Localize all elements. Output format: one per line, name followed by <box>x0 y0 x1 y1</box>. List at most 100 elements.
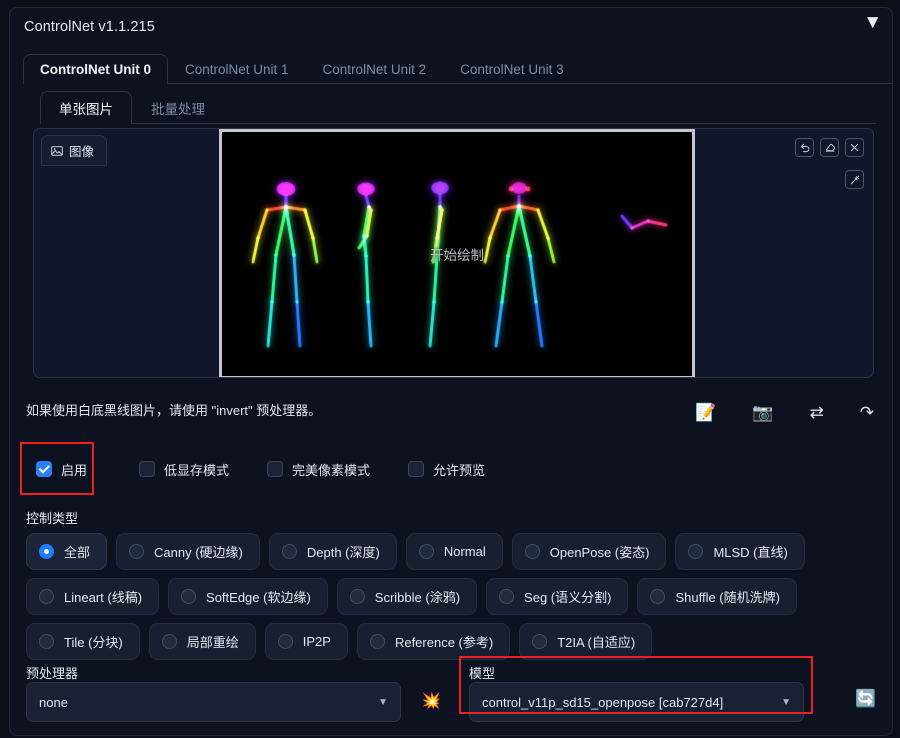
radio-icon[interactable] <box>129 544 145 559</box>
control-type-option-8[interactable]: Scribble (涂鸦) <box>336 578 478 615</box>
canvas-toolbar-primary <box>795 138 864 157</box>
control-type-option-11[interactable]: Tile (分块) <box>26 623 140 660</box>
image-tab-label[interactable]: 图像 <box>41 135 108 166</box>
control-type-label: 控制类型 <box>26 511 79 526</box>
checkbox-enable-label: 启用 <box>61 462 88 478</box>
chevron-down-icon[interactable]: ▼ <box>863 13 882 32</box>
control-type-option-label: Seg (语义分割) <box>524 590 612 605</box>
checkbox-enable-box[interactable] <box>36 461 52 477</box>
memo-icon[interactable]: 📝 <box>695 405 716 422</box>
checkbox-allow-preview-label: 允许预览 <box>433 462 486 478</box>
control-type-option-15[interactable]: T2IA (自适应) <box>519 623 653 660</box>
model-select[interactable]: control_v11p_sd15_openpose [cab727d4] ▼ <box>469 682 804 722</box>
control-type-option-2[interactable]: Depth (深度) <box>268 533 397 570</box>
undo-icon[interactable] <box>795 138 814 157</box>
close-icon[interactable] <box>845 138 864 157</box>
control-type-option-7[interactable]: SoftEdge (软边缘) <box>168 578 328 615</box>
preprocessor-value: none <box>39 694 68 710</box>
checkbox-low-vram-label: 低显存模式 <box>164 462 230 478</box>
tab-controlnet-unit-0[interactable]: ControlNet Unit 0 <box>23 54 168 85</box>
invert-hint-text: 如果使用白底黑线图片，请使用 "invert" 预处理器。 <box>26 403 322 418</box>
control-type-option-label: 局部重绘 <box>186 635 239 650</box>
options-checkbox-row: 启用 低显存模式 完美像素模式 允许预览 <box>20 443 485 495</box>
radio-icon[interactable] <box>349 589 365 604</box>
radio-icon[interactable] <box>650 589 666 604</box>
control-type-option-label: OpenPose (姿态) <box>549 545 650 560</box>
radio-icon[interactable] <box>418 544 434 559</box>
checkbox-low-vram-box[interactable] <box>139 461 156 477</box>
chevron-down-icon: ▼ <box>378 696 388 708</box>
checkbox-pixel-perfect-label: 完美像素模式 <box>292 462 371 478</box>
control-type-option-13[interactable]: IP2P <box>264 623 348 660</box>
control-type-option-label: Scribble (涂鸦) <box>374 590 461 605</box>
control-type-option-label: Depth (深度) <box>306 545 380 560</box>
control-type-option-label: 全部 <box>64 545 91 560</box>
tab-controlnet-unit-3[interactable]: ControlNet Unit 3 <box>443 54 581 84</box>
tab-single-image[interactable]: 单张图片 <box>40 91 132 125</box>
radio-icon[interactable] <box>277 634 293 649</box>
radio-icon[interactable] <box>39 634 54 649</box>
checkbox-low-vram[interactable]: 低显存模式 <box>139 460 229 479</box>
control-type-option-label: SoftEdge (软边缘) <box>206 590 311 605</box>
unit-tabbar: ControlNet Unit 0 ControlNet Unit 1 Cont… <box>23 52 892 85</box>
control-type-option-label: Lineart (线稿) <box>64 590 143 605</box>
camera-icon[interactable]: 📷 <box>752 405 773 422</box>
checkbox-enable[interactable]: 启用 <box>20 448 101 491</box>
radio-icon[interactable] <box>281 544 297 559</box>
control-type-option-label: Shuffle (随机洗牌) <box>675 590 780 605</box>
refresh-icon[interactable]: 🔄 <box>855 691 876 708</box>
image-icon <box>51 145 63 157</box>
tab-batch-process[interactable]: 批量处理 <box>132 91 224 124</box>
control-type-option-4[interactable]: OpenPose (姿态) <box>511 533 667 570</box>
control-type-option-label: Tile (分块) <box>64 635 123 650</box>
control-type-option-label: IP2P <box>302 634 331 649</box>
page-title: ControlNet v1.1.215 <box>24 19 155 35</box>
control-type-option-14[interactable]: Reference (参考) <box>356 623 511 660</box>
preprocessor-label: 预处理器 <box>26 666 79 681</box>
panel-header: ControlNet v1.1.215 ▼ <box>10 8 892 48</box>
controlnet-app: ControlNet v1.1.215 ▼ ControlNet Unit 0 … <box>0 0 900 738</box>
pose-canvas-container[interactable]: 开始绘制 <box>222 132 692 376</box>
model-value: control_v11p_sd15_openpose [cab727d4] <box>482 694 724 710</box>
checkbox-allow-preview[interactable]: 允许预览 <box>408 460 485 479</box>
swap-icon[interactable]: ⇄ <box>810 405 824 422</box>
brush-icon[interactable] <box>845 170 864 189</box>
tab-controlnet-unit-2[interactable]: ControlNet Unit 2 <box>306 54 444 84</box>
control-type-option-label: MLSD (直线) <box>713 545 788 560</box>
control-type-option-12[interactable]: 局部重绘 <box>148 623 256 660</box>
radio-icon[interactable] <box>161 634 177 649</box>
radio-icon[interactable] <box>688 544 704 559</box>
control-type-option-label: Canny (硬边缘) <box>154 545 243 560</box>
radio-icon[interactable] <box>369 634 385 649</box>
eraser-icon[interactable] <box>820 138 839 157</box>
control-type-option-1[interactable]: Canny (硬边缘) <box>116 533 260 570</box>
mode-tabbar: 单张图片 批量处理 <box>40 91 876 125</box>
radio-icon[interactable] <box>39 589 54 604</box>
pose-canvas[interactable] <box>222 132 692 376</box>
radio-icon[interactable] <box>524 544 540 559</box>
image-action-icons: 📝 📷 ⇄ ↷ <box>695 405 874 422</box>
control-type-options: 全部 Canny (硬边缘) Depth (深度) Normal OpenPose (姿… <box>26 533 876 660</box>
model-label: 模型 <box>469 666 496 681</box>
chevron-down-icon: ▼ <box>781 696 791 708</box>
radio-icon[interactable] <box>39 544 54 559</box>
checkbox-pixel-perfect-box[interactable] <box>267 461 284 477</box>
control-type-option-6[interactable]: Lineart (线稿) <box>26 578 160 615</box>
control-type-option-10[interactable]: Shuffle (随机洗牌) <box>637 578 797 615</box>
send-icon[interactable]: ↷ <box>860 405 874 422</box>
preprocessor-select[interactable]: none ▼ <box>26 682 401 722</box>
explosion-icon[interactable]: 💥 <box>421 693 441 709</box>
radio-icon[interactable] <box>499 589 515 604</box>
control-type-option-5[interactable]: MLSD (直线) <box>675 533 805 570</box>
control-type-option-label: Reference (参考) <box>394 635 494 650</box>
control-type-option-9[interactable]: Seg (语义分割) <box>486 578 629 615</box>
control-type-option-label: T2IA (自适应) <box>557 635 636 650</box>
checkbox-pixel-perfect[interactable]: 完美像素模式 <box>267 460 370 479</box>
radio-icon[interactable] <box>532 634 548 649</box>
control-type-option-0[interactable]: 全部 <box>26 533 108 570</box>
image-dropzone[interactable]: 图像 开始绘制 <box>33 128 874 378</box>
tab-controlnet-unit-1[interactable]: ControlNet Unit 1 <box>168 54 306 84</box>
radio-icon[interactable] <box>181 589 197 604</box>
control-type-option-3[interactable]: Normal <box>405 533 503 570</box>
checkbox-allow-preview-box[interactable] <box>408 461 425 477</box>
